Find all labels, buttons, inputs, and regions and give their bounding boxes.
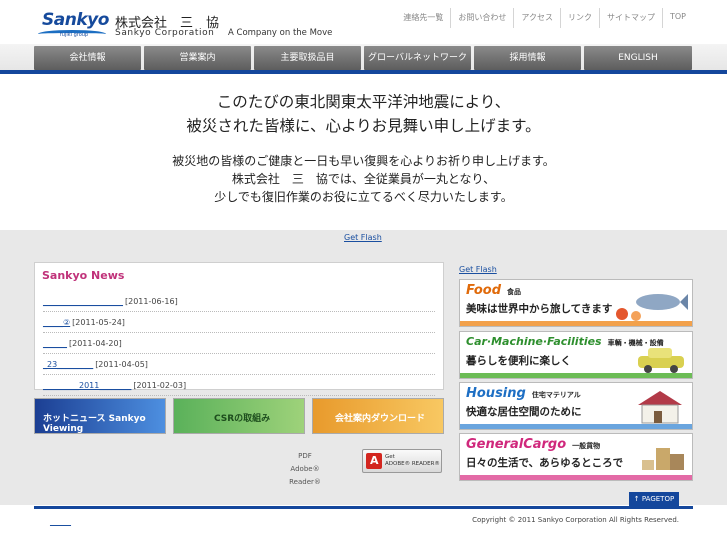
nav-english[interactable]: ENGLISH — [584, 46, 692, 70]
message-line: 被災された皆様に、心よりお見舞い申し上げます。 — [186, 117, 541, 135]
category-machinery[interactable]: Car·Machine·Facilities 車輌・機械・設備 暮らしを便利に楽し… — [459, 331, 693, 379]
category-stripe — [460, 424, 692, 429]
banner-label: 会社案内ダウンロード — [335, 414, 426, 424]
category-general-cargo[interactable]: GeneralCargo 一般貨物 日々の生活で、あらゆるところで — [459, 433, 693, 481]
banner-row: ホットニュース Sankyo Viewing CSRの取組み 会社案内ダウンロー… — [34, 398, 451, 434]
pagetop-button[interactable]: ↑ PAGETOP — [629, 492, 679, 507]
category-title-text: Food — [466, 283, 502, 298]
nav-recruit[interactable]: 採用情報 — [474, 46, 581, 70]
adobe-icon — [366, 453, 382, 469]
banner-label: CSRの取組み — [214, 414, 271, 424]
category-jp: 一般貨物 — [572, 442, 601, 450]
category-stripe — [460, 475, 692, 480]
get-adobe-reader-button[interactable]: Get ADOBE® READER® — [362, 449, 442, 473]
news-link[interactable]: _________2011________ — [43, 381, 131, 390]
category-copy: 美味は世界中から旅してきます — [466, 303, 613, 315]
util-link-access[interactable]: アクセス — [513, 8, 560, 28]
category-copy: 暮らしを便利に楽しく — [466, 355, 571, 367]
message-line: このたびの東北関東太平洋沖地震により、 — [216, 93, 511, 111]
category-title: GeneralCargo 一般貨物 — [466, 437, 600, 452]
sankyo-logo[interactable]: Sankyo fujiki group — [38, 8, 109, 40]
category-jp: 住宅マテリアル — [531, 391, 581, 399]
message-line: 被災地の皆様のご健康と一日も早い復興を心よりお祈り申し上げます。 — [172, 154, 555, 168]
message-line: 株式会社 三 協では、全従業員が一丸となり、 — [231, 172, 496, 186]
list-item: _23_________ [2011-04-05] — [43, 354, 435, 375]
news-date: [2011-05-24] — [72, 317, 125, 327]
car-icon — [638, 348, 684, 373]
adobe-button-line: ADOBE® READER® — [385, 461, 440, 467]
utility-nav: 連絡先一覧 お問い合わせ アクセス リンク サイトマップ TOP — [396, 8, 693, 28]
copyright: Copyright © 2011 Sankyo Corporation All … — [472, 516, 679, 524]
news-list: ____________________ [2011-06-16] _____②… — [43, 291, 435, 396]
list-item: ____________________ [2011-06-16] — [43, 291, 435, 312]
category-title: Food 食品 — [466, 283, 521, 298]
pdf-note-line: Adobe® Reader® — [289, 465, 321, 486]
banner-sankyo-viewing[interactable]: ホットニュース Sankyo Viewing — [34, 398, 166, 434]
banner-brochure-download[interactable]: 会社案内ダウンロード — [312, 398, 444, 434]
category-stripe — [460, 321, 692, 326]
logo-wordmark: Sankyo — [42, 10, 109, 30]
category-copy: 日々の生活で、あらゆるところで — [466, 457, 624, 469]
site-header: Sankyo fujiki group 株式会社 三 協 Sankyo Corp… — [0, 0, 727, 44]
pdf-note-line: PDF — [298, 452, 312, 460]
nav-business[interactable]: 営業案内 — [144, 46, 251, 70]
get-flash-link-right[interactable]: Get Flash — [459, 265, 497, 274]
message-line: 少しでも復旧作業のお役に立てるべく尽力いたします。 — [214, 190, 513, 204]
earthquake-message: このたびの東北関東太平洋沖地震により、 被災された皆様に、心よりお見舞い申し上げ… — [0, 90, 727, 206]
get-flash-link[interactable]: Get Flash — [344, 233, 382, 242]
util-link-contacts[interactable]: 連絡先一覧 — [396, 8, 450, 28]
footer-divider — [34, 506, 693, 509]
category-jp: 食品 — [507, 288, 522, 296]
company-name-en: Sankyo Corporation — [115, 28, 215, 38]
nav-company-info[interactable]: 会社情報 — [34, 46, 141, 70]
util-link-inquiry[interactable]: お問い合わせ — [450, 8, 513, 28]
news-link[interactable]: ____________________ — [43, 297, 123, 306]
category-title-text: Car·Machine·Facilities — [466, 335, 602, 348]
adobe-button-line: Get — [385, 454, 395, 460]
category-food[interactable]: Food 食品 美味は世界中から旅してきます — [459, 279, 693, 327]
nav-products[interactable]: 主要取扱品目 — [254, 46, 361, 70]
footer-link[interactable]: ______ — [50, 518, 71, 526]
category-title: Housing 住宅マテリアル — [466, 386, 581, 401]
news-panel: Sankyo News ____________________ [2011-0… — [34, 262, 444, 396]
adobe-button-text: Get ADOBE® READER® — [385, 454, 440, 468]
news-link[interactable]: ______ — [43, 339, 67, 348]
news-date: [2011-04-05] — [95, 359, 148, 369]
category-stripe — [460, 373, 692, 378]
company-tagline: A Company on the Move — [228, 28, 333, 38]
category-housing[interactable]: Housing 住宅マテリアル 快適な居住空間のために — [459, 382, 693, 430]
util-link-top[interactable]: TOP — [661, 8, 693, 28]
list-item: _________2011________ [2011-02-03] — [43, 375, 435, 396]
category-title-text: Housing — [466, 386, 526, 401]
util-link-sitemap[interactable]: サイトマップ — [598, 8, 662, 28]
cargo-icon — [642, 448, 684, 470]
banner-csr[interactable]: CSRの取組み — [173, 398, 305, 434]
news-link[interactable]: _23_________ — [43, 360, 93, 369]
pdf-note: PDF Adobe® Reader® — [275, 450, 335, 489]
main-nav: 会社情報 営業案内 主要取扱品目 グローバルネットワーク 採用情報 ENGLIS… — [34, 46, 695, 70]
list-item: _____② [2011-05-24] — [43, 312, 435, 333]
news-date: [2011-02-03] — [133, 380, 187, 390]
house-icon — [638, 391, 682, 424]
logo-subtext: fujiki group — [60, 32, 89, 38]
category-title-text: GeneralCargo — [466, 437, 567, 452]
banner-label: ホットニュース Sankyo Viewing — [43, 414, 146, 434]
fish-icon — [616, 294, 688, 321]
news-date: [2011-06-16] — [125, 296, 178, 306]
nav-global-network[interactable]: グローバルネットワーク — [364, 46, 471, 70]
news-date: [2011-04-20] — [69, 338, 122, 348]
category-copy: 快適な居住空間のために — [466, 406, 582, 418]
news-link[interactable]: _____② — [43, 318, 70, 327]
news-title: Sankyo News — [42, 269, 125, 282]
util-link-links[interactable]: リンク — [559, 8, 599, 28]
list-item: ______ [2011-04-20] — [43, 333, 435, 354]
